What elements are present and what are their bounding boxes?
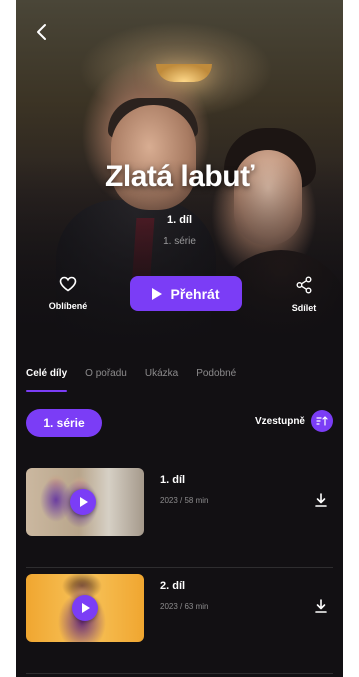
sort-icon [311,410,333,432]
heart-icon [59,276,77,292]
back-arrow-icon [37,24,46,40]
share-button[interactable]: Sdílet [274,276,334,316]
download-icon[interactable] [313,598,329,614]
play-label: Přehrát [170,285,220,302]
episode-thumbnail[interactable] [26,468,144,536]
thumbnail-play-icon[interactable] [70,489,96,515]
favorite-label: Oblíbené [48,301,88,311]
divider [26,673,333,674]
play-button[interactable]: Přehrát [130,276,242,311]
episode-item[interactable]: 1. díl 2023 / 58 min [16,462,343,568]
tab-full-episodes[interactable]: Celé díly [26,368,68,392]
share-icon [296,276,312,294]
current-episode: 1. díl [166,214,193,226]
back-button[interactable] [30,20,54,44]
episode-meta: 2023 / 63 min [160,602,209,611]
episode-title: 2. díl [160,580,186,592]
episode-title: 1. díl [160,474,186,486]
current-season: 1. série [163,236,196,247]
episode-meta: 2023 / 58 min [160,496,209,505]
show-title: Zlatá labuť [105,160,254,193]
episode-item[interactable]: 2. díl 2023 / 63 min [16,568,343,674]
tab-about[interactable]: O pořadu [85,368,127,392]
season-selector[interactable]: 1. série [26,409,102,437]
sort-label: Vzestupně [254,415,305,427]
share-label: Sdílet [291,303,317,313]
sort-button[interactable]: Vzestupně [255,410,333,432]
episode-thumbnail[interactable] [26,574,144,642]
tab-similar[interactable]: Podobné [196,368,236,392]
content-tabs: Celé díly O pořadu Ukázka Podobné [26,368,333,392]
thumbnail-play-icon[interactable] [72,595,98,621]
show-detail-screen: Zlatá labuť 1. díl 1. série Oblíbené Pře… [16,0,343,677]
download-icon[interactable] [313,492,329,508]
play-icon [152,287,163,300]
tab-trailer[interactable]: Ukázka [145,368,178,392]
favorite-button[interactable]: Oblíbené [38,276,98,314]
